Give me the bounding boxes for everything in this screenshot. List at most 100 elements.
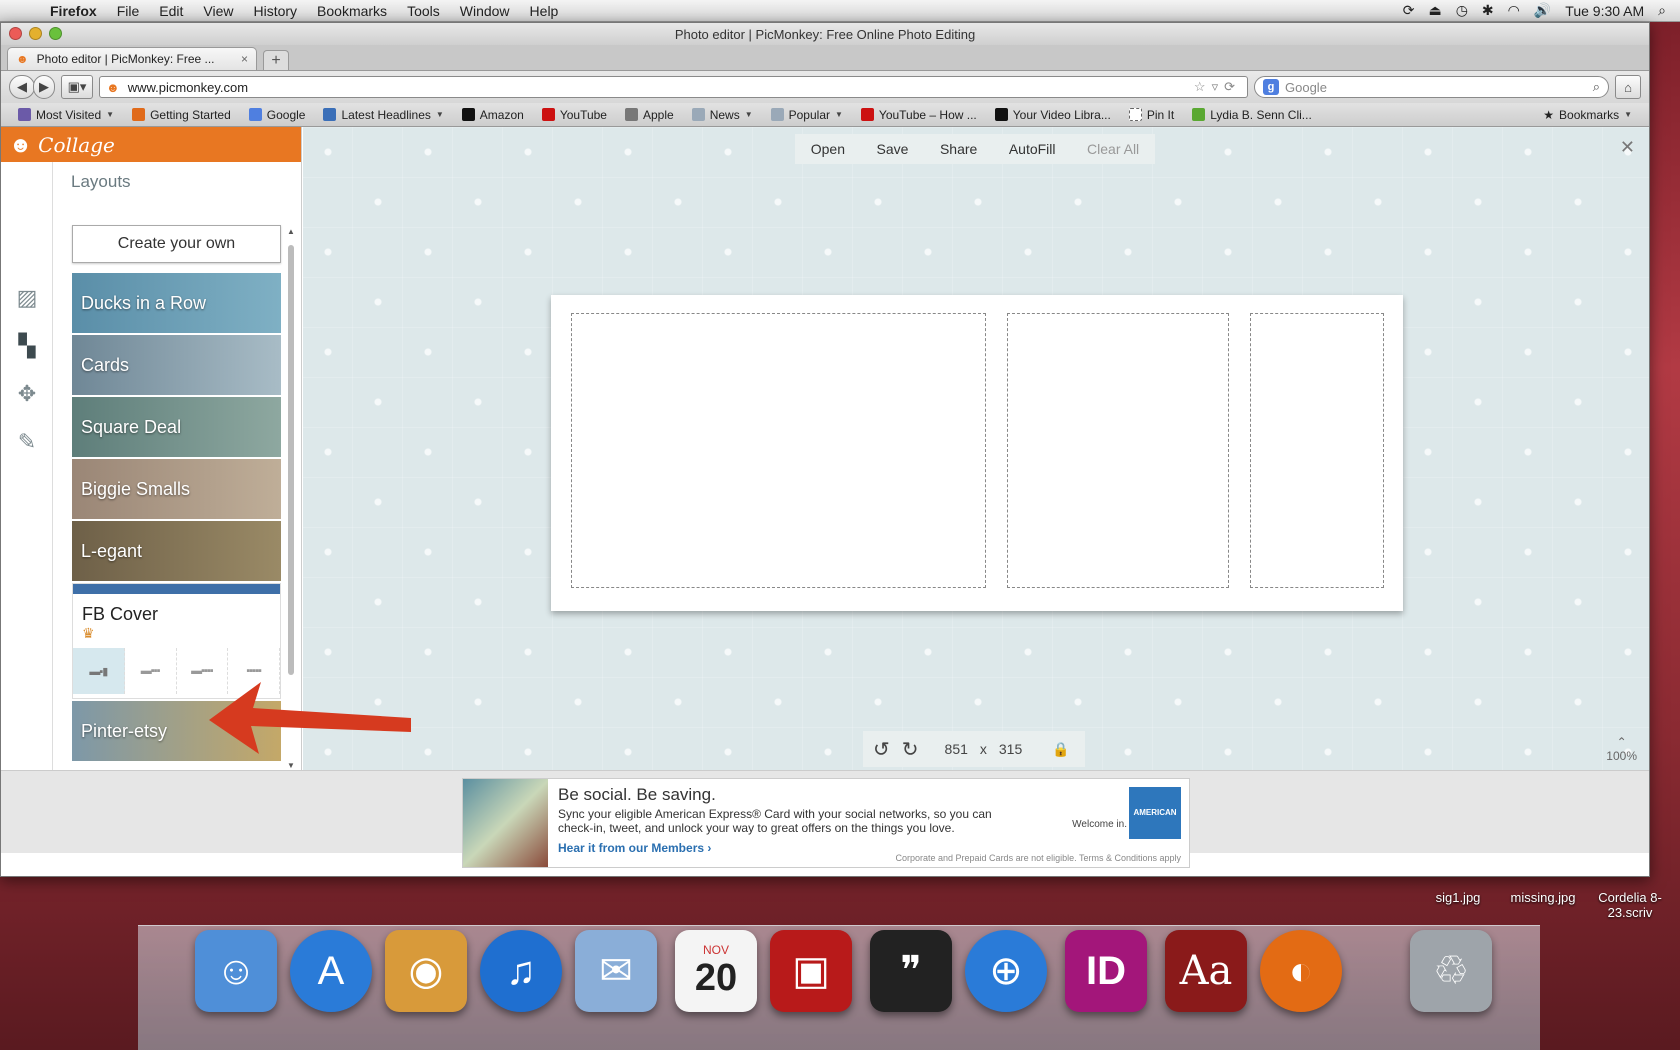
ical-icon[interactable]: NOV 20 <box>675 930 757 1012</box>
desktop-file[interactable]: missing.jpg <box>1508 890 1578 905</box>
bookmark-apple[interactable]: Apple <box>616 108 683 122</box>
itunes-icon[interactable]: ♫ <box>480 930 562 1012</box>
bluetooth-icon[interactable]: ✱ <box>1482 2 1494 19</box>
forward-button[interactable]: ▶ <box>33 75 55 99</box>
url-bar[interactable]: ☻ www.picmonkey.com ☆▿⟳ <box>99 76 1248 98</box>
scroll-down-icon[interactable]: ▼ <box>287 761 295 770</box>
bookmarks-menu-button[interactable]: ★ Bookmarks ▼ <box>1534 108 1641 122</box>
menu-file[interactable]: File <box>107 3 150 19</box>
minimize-window-icon[interactable] <box>29 27 42 40</box>
mail-icon[interactable]: ✉ <box>575 930 657 1012</box>
photo-slot[interactable] <box>571 313 986 588</box>
clear-all-button[interactable]: Clear All <box>1087 141 1139 157</box>
bookmark-youtube-how[interactable]: YouTube – How ... <box>852 108 986 122</box>
bookmark-lydia-senn[interactable]: Lydia B. Senn Cli... <box>1183 108 1321 122</box>
menu-bookmarks[interactable]: Bookmarks <box>307 3 397 19</box>
url-text[interactable]: www.picmonkey.com <box>128 80 248 95</box>
bookmark-pin-it[interactable]: Pin It <box>1120 108 1183 122</box>
google-icon[interactable]: g <box>1263 79 1279 95</box>
desktop-file[interactable]: sig1.jpg <box>1428 890 1488 905</box>
share-button[interactable]: Share <box>940 141 977 157</box>
layout-variant[interactable]: ▬▪▮ <box>73 648 125 694</box>
desktop-file[interactable]: Cordelia 8-23.scriv <box>1590 890 1670 920</box>
bookmark-getting-started[interactable]: Getting Started <box>123 108 240 122</box>
texture-icon[interactable]: ✥ <box>13 380 41 408</box>
bookmark-latest-headlines[interactable]: Latest Headlines ▼ <box>314 108 452 122</box>
layout-variant[interactable]: ▬▪▪▪ <box>125 648 177 694</box>
close-tab-icon[interactable]: × <box>241 52 248 66</box>
iphoto-icon[interactable]: ◉ <box>385 930 467 1012</box>
save-button[interactable]: Save <box>877 141 909 157</box>
photo-slot[interactable] <box>1250 313 1384 588</box>
zoom-up-icon[interactable]: ⌃ <box>1606 735 1637 749</box>
search-icon[interactable]: ⌕ <box>1593 79 1600 95</box>
bookmark-youtube[interactable]: YouTube <box>533 108 616 122</box>
volume-icon[interactable]: 🔊 <box>1534 2 1551 19</box>
menu-app-name[interactable]: Firefox <box>40 3 107 19</box>
layout-icon[interactable]: ▚ <box>13 332 41 360</box>
layout-variant[interactable]: ▪▪▪▪▪ <box>228 648 280 694</box>
tab-photo-editor[interactable]: ☻ Photo editor | PicMonkey: Free ... × <box>7 47 257 70</box>
eject-icon[interactable]: ⏏ <box>1428 2 1441 19</box>
layout-item[interactable]: Pinter-etsy <box>72 701 281 761</box>
zoom-control[interactable]: ⌃ 100% <box>1606 735 1637 763</box>
layout-variant[interactable]: ▬▪▪▪▪ <box>177 648 229 694</box>
photo-booth-icon[interactable]: ▣ <box>770 930 852 1012</box>
zoom-window-icon[interactable] <box>49 27 62 40</box>
layout-item[interactable]: Ducks in a Row <box>72 273 281 333</box>
sync-icon[interactable]: ⟳ <box>1403 2 1415 19</box>
height-value[interactable]: 315 <box>999 741 1022 757</box>
menu-edit[interactable]: Edit <box>149 3 193 19</box>
finder-icon[interactable]: ☺ <box>195 930 277 1012</box>
bookmark-popular[interactable]: Popular ▼ <box>762 108 852 122</box>
back-button[interactable]: ◀ <box>9 75 35 99</box>
scroll-up-icon[interactable]: ▲ <box>287 227 295 236</box>
menu-help[interactable]: Help <box>520 3 569 19</box>
app-store-icon[interactable]: A <box>290 930 372 1012</box>
close-window-icon[interactable] <box>9 27 22 40</box>
advertisement-banner[interactable]: Be social. Be saving. Sync your eligible… <box>462 778 1190 868</box>
open-button[interactable]: Open <box>811 141 845 157</box>
layout-item[interactable]: Square Deal <box>72 397 281 457</box>
menu-history[interactable]: History <box>243 3 307 19</box>
layout-item[interactable]: L-egant <box>72 521 281 581</box>
undo-icon[interactable]: ↺ <box>873 737 890 762</box>
width-value[interactable]: 851 <box>945 741 968 757</box>
create-your-own-button[interactable]: Create your own <box>72 225 281 263</box>
trash-icon[interactable]: ♲ <box>1410 930 1492 1012</box>
menu-tools[interactable]: Tools <box>397 3 450 19</box>
search-box[interactable]: g Google ⌕ <box>1254 76 1609 98</box>
image-icon[interactable]: ▨ <box>13 284 41 312</box>
safari-icon[interactable]: ⊕ <box>965 930 1047 1012</box>
bookmark-video-library[interactable]: Your Video Libra... <box>986 108 1120 122</box>
layout-scrollbar[interactable]: ▲ ▼ <box>287 227 295 770</box>
menu-window[interactable]: Window <box>450 3 520 19</box>
redo-icon[interactable]: ↻ <box>902 737 919 762</box>
menu-view[interactable]: View <box>193 3 243 19</box>
autofill-button[interactable]: AutoFill <box>1009 141 1056 157</box>
dictionary-icon[interactable]: Aa <box>1165 930 1247 1012</box>
bookmark-news[interactable]: News ▼ <box>683 108 762 122</box>
scroll-thumb[interactable] <box>288 245 294 675</box>
layout-item[interactable]: Biggie Smalls <box>72 459 281 519</box>
layout-item[interactable]: Cards <box>72 335 281 395</box>
bookmark-most-visited[interactable]: Most Visited ▼ <box>9 108 123 122</box>
photo-slot[interactable] <box>1007 313 1229 588</box>
indesign-icon[interactable]: ID <box>1065 930 1147 1012</box>
new-tab-button[interactable]: + <box>263 50 289 70</box>
firefox-icon[interactable]: ◐ <box>1260 930 1342 1012</box>
wifi-icon[interactable]: ◠ <box>1508 2 1520 19</box>
bookmark-amazon[interactable]: Amazon <box>453 108 533 122</box>
bookmark-star-icon[interactable]: ☆▿⟳ <box>1194 79 1241 95</box>
close-icon[interactable]: ✕ <box>1620 137 1635 158</box>
home-button[interactable]: ⌂ <box>1615 75 1641 99</box>
scrivener-icon[interactable]: ❞ <box>870 930 952 1012</box>
layout-item-fb-cover[interactable]: FB Cover ♛ ▬▪▮ ▬▪▪▪ ▬▪▪▪▪ ▪▪▪▪▪ <box>72 583 281 699</box>
bookmark-google[interactable]: Google <box>240 108 315 122</box>
time-machine-icon[interactable]: ◷ <box>1456 2 1468 19</box>
palette-icon[interactable]: ✎ <box>13 428 41 456</box>
history-dropdown-button[interactable]: ▣▾ <box>61 75 93 99</box>
clock[interactable]: Tue 9:30 AM <box>1565 3 1644 19</box>
spotlight-icon[interactable]: ⌕ <box>1658 2 1666 19</box>
lock-icon[interactable]: 🔒 <box>1052 741 1069 758</box>
